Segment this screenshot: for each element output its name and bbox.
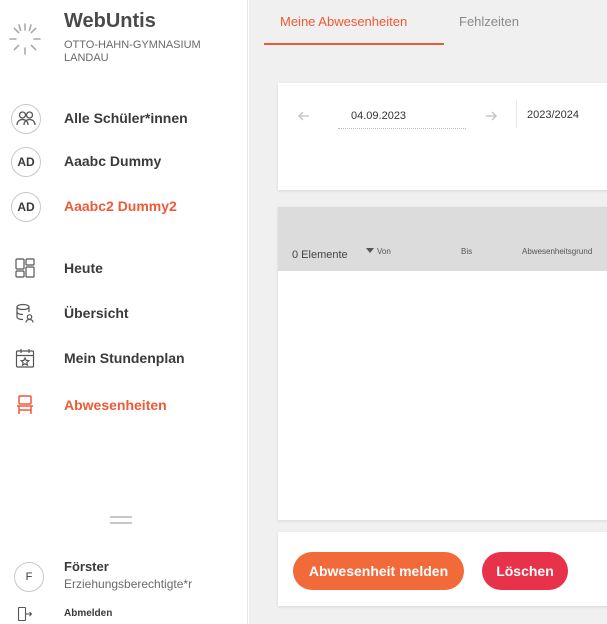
collapse-handle-icon[interactable] xyxy=(110,516,132,526)
table-header: Von Bis Abwesenheitsgrund xyxy=(278,207,607,271)
dashboard-icon xyxy=(15,258,35,278)
column-header-bis[interactable]: Bis xyxy=(461,247,472,256)
user-item-all-students[interactable]: Alle Schüler*innen xyxy=(0,100,248,138)
app-title: WebUntis xyxy=(64,10,156,32)
user-item-label: Aaabc Dummy xyxy=(64,153,162,169)
nav-item-mein-stundenplan[interactable]: Mein Stundenplan xyxy=(0,340,248,376)
user-item-label: Aaabc2 Dummy2 xyxy=(64,198,177,214)
delete-button[interactable]: Löschen xyxy=(482,552,568,590)
nav-item-abwesenheiten[interactable]: Abwesenheiten xyxy=(0,387,248,423)
filter-card: 04.09.2023 2023/2024 xyxy=(278,83,607,190)
column-header-von[interactable]: Von xyxy=(366,247,391,256)
tab-meine-abwesenheiten[interactable]: Meine Abwesenheiten xyxy=(280,14,407,29)
user-item-label: Alle Schüler*innen xyxy=(64,110,188,126)
group-icon xyxy=(11,104,41,134)
avatar: AD xyxy=(11,147,41,177)
absences-table: Von Bis Abwesenheitsgrund 0 Elemente xyxy=(278,207,607,520)
user-item-aaabc-dummy[interactable]: AD Aaabc Dummy xyxy=(0,143,248,181)
tab-bar: Meine Abwesenheiten Fehlzeiten xyxy=(249,0,607,46)
nav-item-label: Heute xyxy=(64,260,103,276)
school-name: OTTO-HAHN-GYMNASIUM LANDAU xyxy=(64,39,201,64)
date-input[interactable]: 04.09.2023 xyxy=(338,103,466,129)
nav-item-label: Abwesenheiten xyxy=(64,397,167,413)
user-item-aaabc2-dummy2[interactable]: AD Aaabc2 Dummy2 xyxy=(0,188,248,226)
avatar: F xyxy=(14,562,44,592)
school-year-select[interactable]: 2023/2024 xyxy=(516,100,607,128)
logout-icon xyxy=(17,606,33,622)
arrow-right-icon[interactable] xyxy=(483,108,499,124)
main-content: Meine Abwesenheiten Fehlzeiten 04.09.202… xyxy=(249,0,607,624)
logout-label: Abmelden xyxy=(64,608,113,619)
tab-fehlzeiten[interactable]: Fehlzeiten xyxy=(459,14,519,29)
nav-item-label: Übersicht xyxy=(64,305,129,321)
sort-down-icon xyxy=(366,248,374,253)
brand: WebUntis OTTO-HAHN-GYMNASIUM LANDAU xyxy=(0,0,248,80)
arrow-left-icon[interactable] xyxy=(296,108,312,124)
profile-role: Erziehungsberechtigte*r xyxy=(64,577,193,591)
column-header-abwesenheitsgrund[interactable]: Abwesenheitsgrund xyxy=(522,247,592,256)
action-bar: Abwesenheit melden Löschen xyxy=(278,532,607,606)
profile[interactable]: F Förster Erziehungsberechtigte*r xyxy=(0,553,248,597)
chair-icon xyxy=(17,395,33,414)
profile-name: Förster xyxy=(64,559,109,574)
nav-item-label: Mein Stundenplan xyxy=(64,350,185,366)
nav-item-uebersicht[interactable]: Übersicht xyxy=(0,295,248,331)
nav-item-heute[interactable]: Heute xyxy=(0,250,248,286)
webuntis-logo-icon xyxy=(9,23,41,55)
overview-icon xyxy=(16,303,34,323)
report-absence-button[interactable]: Abwesenheit melden xyxy=(293,552,464,590)
logout-button[interactable]: Abmelden xyxy=(0,604,248,624)
active-tab-indicator xyxy=(264,43,444,45)
sidebar: WebUntis OTTO-HAHN-GYMNASIUM LANDAU Alle… xyxy=(0,0,248,624)
calendar-icon xyxy=(15,349,35,368)
item-count: 0 Elemente xyxy=(292,249,348,261)
avatar: AD xyxy=(11,192,41,222)
